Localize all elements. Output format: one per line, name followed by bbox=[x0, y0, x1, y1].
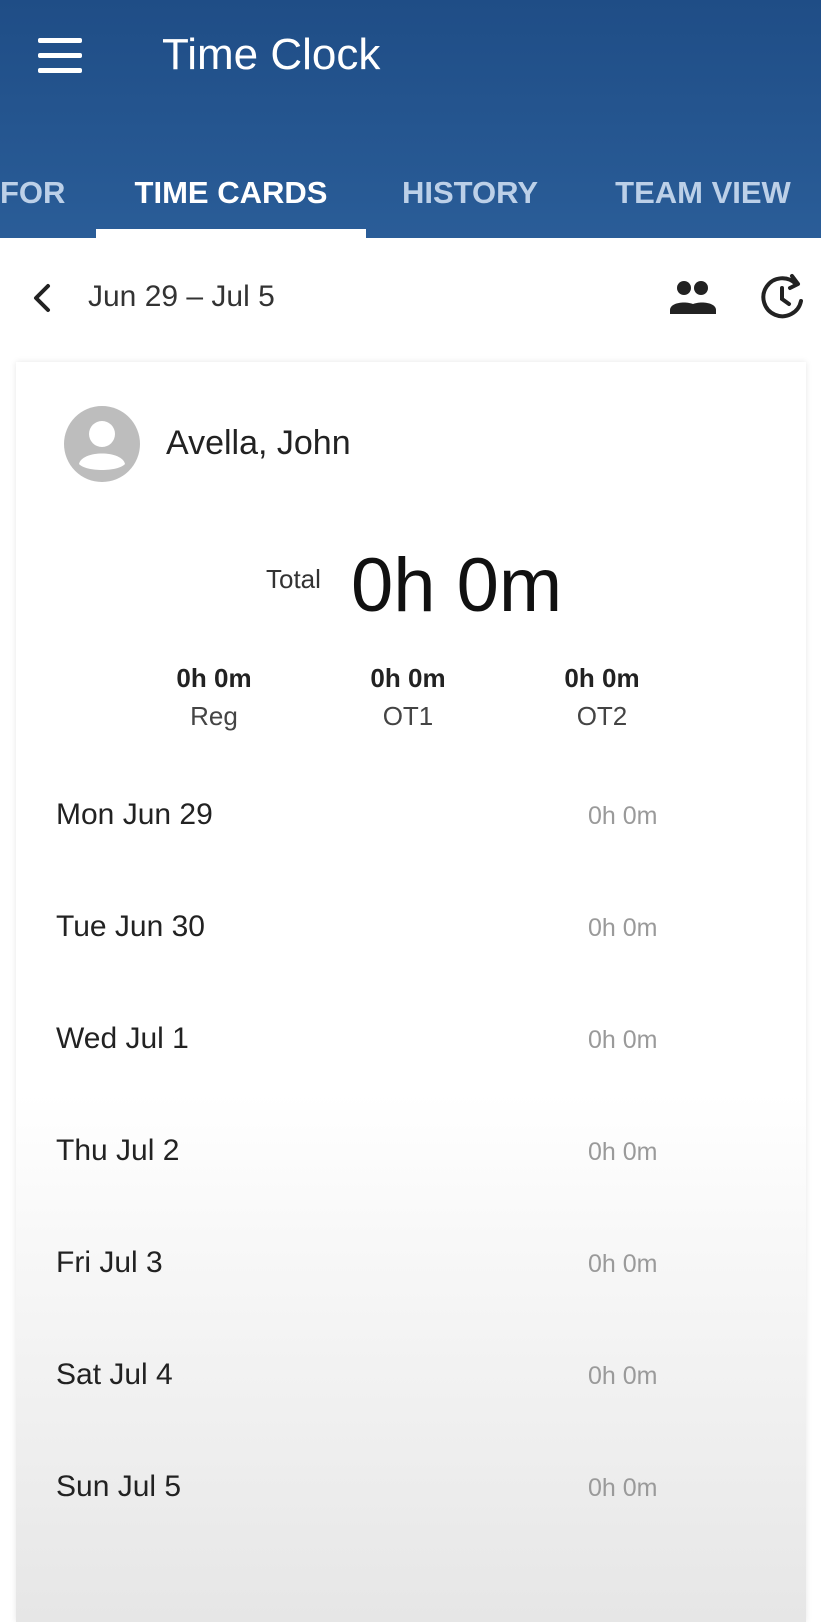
app-title: Time Clock bbox=[162, 30, 381, 79]
tab-bar: FOR TIME CARDS HISTORY TEAM VIEW bbox=[0, 148, 821, 238]
total-label: Total bbox=[266, 564, 321, 594]
employee-name: Avella, John bbox=[166, 424, 351, 462]
week-selector: Jun 29 – Jul 5 bbox=[0, 238, 821, 356]
day-hours: 0h 0m bbox=[588, 914, 658, 942]
day-label: Sat Jul 4 bbox=[56, 1358, 173, 1391]
hamburger-menu-icon[interactable] bbox=[30, 30, 90, 82]
day-hours: 0h 0m bbox=[588, 1138, 658, 1166]
day-row-wed[interactable]: Wed Jul 1 0h 0m bbox=[16, 984, 806, 1096]
day-label: Fri Jul 3 bbox=[56, 1246, 163, 1279]
clock-history-icon[interactable] bbox=[752, 268, 812, 328]
active-tab-indicator bbox=[96, 229, 366, 238]
day-row-tue[interactable]: Tue Jun 30 0h 0m bbox=[16, 872, 806, 984]
chevron-left-icon[interactable] bbox=[22, 268, 62, 328]
people-icon[interactable] bbox=[662, 268, 722, 328]
day-hours: 0h 0m bbox=[588, 802, 658, 830]
day-label: Thu Jul 2 bbox=[56, 1134, 180, 1167]
bucket-label: OT2 bbox=[576, 701, 628, 731]
app-bar: Time Clock FOR TIME CARDS HISTORY TEAM V… bbox=[0, 0, 821, 238]
day-hours: 0h 0m bbox=[588, 1362, 658, 1390]
tab-time-cards[interactable]: TIME CARDS bbox=[96, 148, 366, 238]
day-label: Mon Jun 29 bbox=[56, 798, 213, 831]
total-value: 0h 0m bbox=[351, 543, 563, 628]
day-label: Wed Jul 1 bbox=[56, 1022, 189, 1055]
time-card: Avella, John Total 0h 0m 0h 0m Reg 0h 0m… bbox=[16, 362, 806, 1622]
tab-for[interactable]: FOR bbox=[0, 148, 65, 238]
person-avatar-icon bbox=[62, 404, 142, 484]
bucket-value: 0h 0m bbox=[564, 663, 640, 693]
tab-team-view[interactable]: TEAM VIEW bbox=[598, 148, 808, 238]
day-row-mon[interactable]: Mon Jun 29 0h 0m bbox=[16, 760, 806, 872]
bucket-label: OT1 bbox=[382, 701, 434, 731]
day-row-thu[interactable]: Thu Jul 2 0h 0m bbox=[16, 1096, 806, 1208]
day-row-sun[interactable]: Sun Jul 5 0h 0m bbox=[16, 1432, 806, 1544]
week-range: Jun 29 – Jul 5 bbox=[88, 280, 275, 313]
day-hours: 0h 0m bbox=[588, 1250, 658, 1278]
day-hours: 0h 0m bbox=[588, 1474, 658, 1502]
day-row-sat[interactable]: Sat Jul 4 0h 0m bbox=[16, 1320, 806, 1432]
day-label: Tue Jun 30 bbox=[56, 910, 205, 943]
bucket-reg: 0h 0m Reg bbox=[144, 660, 284, 736]
day-row-fri[interactable]: Fri Jul 3 0h 0m bbox=[16, 1208, 806, 1320]
bucket-ot1: 0h 0m OT1 bbox=[338, 660, 478, 736]
tab-history[interactable]: HISTORY bbox=[380, 148, 560, 238]
bucket-label: Reg bbox=[190, 701, 238, 731]
day-hours: 0h 0m bbox=[588, 1026, 658, 1054]
day-label: Sun Jul 5 bbox=[56, 1470, 182, 1503]
bucket-ot2: 0h 0m OT2 bbox=[532, 660, 672, 736]
bucket-value: 0h 0m bbox=[370, 663, 446, 693]
bucket-value: 0h 0m bbox=[176, 663, 252, 693]
